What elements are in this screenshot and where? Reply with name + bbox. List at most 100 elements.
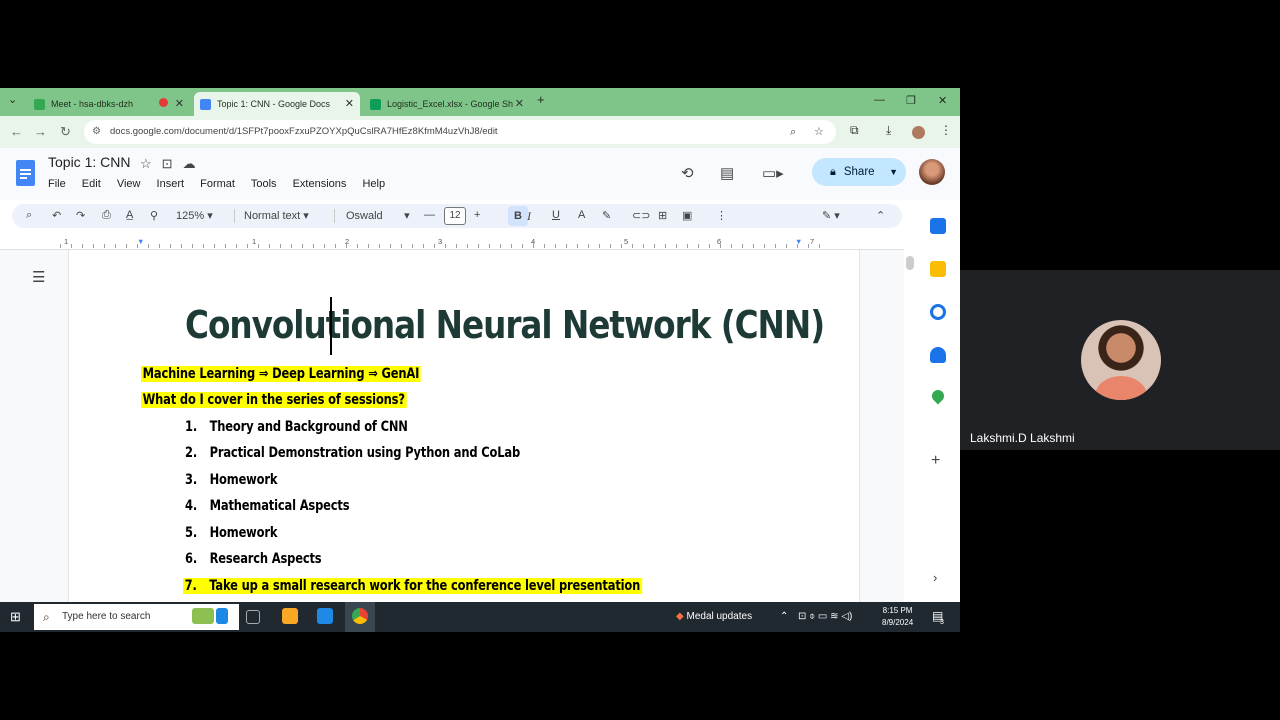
hide-menus-icon[interactable]: ⌃ — [876, 209, 885, 222]
meet-participant-tile[interactable]: Lakshmi.D Lakshmi — [960, 270, 1280, 450]
screen-share: ⌄ Meet - hsa-dbks-dzh ✕ Topic 1: CNN - G… — [0, 88, 960, 632]
print-icon[interactable]: ⎙ — [102, 209, 111, 222]
bookmark-star-icon[interactable]: ☆ — [814, 120, 824, 144]
zoom-select[interactable]: 125% ▾ — [176, 209, 213, 222]
increase-font-size-button[interactable]: + — [474, 209, 480, 221]
close-icon[interactable]: ✕ — [345, 97, 354, 110]
vertical-scrollbar[interactable] — [906, 256, 914, 270]
url-input[interactable]: ⚙ docs.google.com/document/d/1SFPt7pooxF… — [84, 120, 836, 144]
profile-avatar[interactable] — [912, 126, 925, 139]
style-select[interactable]: Normal text ▾ — [244, 209, 309, 222]
menu-extensions[interactable]: Extensions — [293, 178, 347, 190]
italic-button[interactable]: I — [527, 209, 531, 224]
share-button[interactable]: 🔒︎ Share ▼ — [812, 158, 906, 186]
redo-icon[interactable]: ↷ — [76, 209, 85, 222]
app-icon[interactable] — [216, 608, 228, 624]
menu-tools[interactable]: Tools — [251, 178, 277, 190]
docs-logo-icon[interactable] — [16, 160, 35, 186]
zoom-icon[interactable]: ⌕ — [790, 120, 796, 144]
move-folder-icon[interactable]: ⊡ — [162, 156, 173, 171]
download-icon[interactable]: ⤓ — [886, 123, 891, 138]
task-view-icon[interactable] — [246, 610, 260, 624]
clock-date: 8/9/2024 — [882, 618, 914, 627]
chrome-icon — [352, 608, 368, 624]
document-page[interactable]: Convolutional Neural Network (CNN) Machi… — [68, 250, 860, 602]
paragraph-line-1: Machine Learning ⇒ Deep Learning ⇒ GenAI — [141, 366, 421, 382]
comments-icon[interactable]: ▤ — [720, 164, 734, 182]
tab-search-icon[interactable]: ⌄ — [8, 93, 17, 106]
medal-updates[interactable]: ◆ Medal updates — [676, 611, 752, 622]
text-color-button[interactable]: A — [578, 209, 585, 221]
maps-icon[interactable] — [929, 387, 947, 405]
close-window-icon[interactable]: ✕ — [938, 94, 947, 107]
sheets-icon — [370, 98, 381, 110]
show-hidden-icons-icon[interactable]: ⌃ — [780, 611, 788, 622]
document-title[interactable]: Topic 1: CNN — [48, 154, 130, 170]
browser-menu-icon[interactable]: ⋮ — [940, 123, 952, 137]
taskbar-clock[interactable]: 8:15 PM 8/9/2024 — [882, 605, 913, 629]
get-addons-icon[interactable]: + — [931, 452, 940, 470]
paint-format-icon[interactable]: ⚲ — [150, 209, 158, 222]
undo-icon[interactable]: ↶ — [52, 209, 61, 222]
keep-icon[interactable] — [930, 261, 946, 277]
search-icon: ⌕ — [43, 610, 50, 624]
calendar-icon[interactable] — [930, 218, 946, 234]
decrease-font-size-button[interactable]: — — [424, 209, 435, 221]
back-icon[interactable]: ← — [10, 124, 23, 139]
tab-docs[interactable]: Topic 1: CNN - Google Docs ✕ — [194, 92, 360, 116]
contacts-icon[interactable] — [930, 347, 946, 363]
browser-tab-strip: ⌄ Meet - hsa-dbks-dzh ✕ Topic 1: CNN - G… — [0, 88, 960, 116]
more-options-icon[interactable]: ⋮ — [716, 209, 727, 222]
search-menus-icon[interactable]: ⌕ — [26, 209, 32, 222]
tab-meet[interactable]: Meet - hsa-dbks-dzh ✕ — [28, 92, 190, 116]
document-outline-icon[interactable]: ☰ — [32, 268, 45, 286]
microsoft-store-icon[interactable] — [282, 608, 298, 624]
clock-time: 8:15 PM — [882, 606, 913, 615]
version-history-icon[interactable]: ⟲ — [681, 164, 694, 182]
star-icon[interactable]: ☆ — [140, 156, 152, 171]
highlight-color-icon[interactable]: ✎ — [602, 209, 611, 222]
insert-link-icon[interactable]: ⊂⊃ — [632, 209, 650, 222]
menu-edit[interactable]: Edit — [82, 178, 101, 190]
tray-icons[interactable]: ⊡ ⌽ ▭ ≋ ◁) — [798, 611, 852, 622]
meet-call-icon[interactable]: ▭▸ — [762, 164, 784, 182]
menu-file[interactable]: File — [48, 178, 66, 190]
list-number: 5. — [185, 525, 198, 541]
mail-icon[interactable] — [317, 608, 333, 624]
menu-format[interactable]: Format — [200, 178, 235, 190]
tab-label: Topic 1: CNN - Google Docs — [217, 99, 331, 109]
ruler[interactable]: 1 ▼ 1 2 3 4 5 6 ▼ 7 — [0, 232, 904, 250]
tab-sheets[interactable]: Logistic_Excel.xlsx - Google Sh ✕ — [364, 92, 530, 116]
add-comment-icon[interactable]: ⊞ — [658, 209, 667, 222]
menu-insert[interactable]: Insert — [157, 178, 185, 190]
font-select[interactable]: Oswald ▾ — [346, 209, 410, 222]
ruler-mark: 7 — [810, 237, 815, 246]
menu-view[interactable]: View — [117, 178, 141, 190]
extensions-icon[interactable]: ⧉ — [850, 123, 859, 138]
show-side-panel-icon[interactable]: › — [933, 570, 937, 585]
list-number: 1. — [185, 419, 198, 435]
insert-image-icon[interactable]: ▣ — [682, 209, 692, 222]
windows-start-icon[interactable]: ⊞ — [10, 609, 21, 625]
restore-icon[interactable]: ❐ — [906, 94, 916, 107]
close-icon[interactable]: ✕ — [515, 97, 524, 110]
minimize-icon[interactable]: — — [874, 94, 885, 106]
divider — [234, 209, 235, 223]
underline-button[interactable]: U — [552, 209, 560, 221]
bold-button[interactable]: B — [508, 206, 528, 226]
font-size-input[interactable]: 12 — [444, 207, 466, 225]
right-margin-marker-icon[interactable]: ▼ — [795, 237, 802, 246]
close-icon[interactable]: ✕ — [175, 97, 184, 110]
tasks-icon[interactable] — [930, 304, 946, 320]
new-tab-button[interactable]: + — [537, 92, 545, 107]
account-avatar[interactable] — [919, 159, 945, 185]
cloud-saved-icon[interactable]: ☁ — [183, 156, 196, 171]
menu-help[interactable]: Help — [362, 178, 385, 190]
site-info-icon[interactable]: ⚙ — [92, 120, 101, 144]
chevron-down-icon[interactable]: ▼ — [889, 158, 898, 186]
forward-icon[interactable]: → — [34, 124, 47, 139]
reload-icon[interactable]: ↻ — [60, 124, 71, 140]
indent-marker-icon[interactable]: ▼ — [137, 237, 144, 246]
editing-mode-icon[interactable]: ✎ ▾ — [822, 209, 840, 222]
spellcheck-icon[interactable]: A̲ — [126, 209, 133, 221]
